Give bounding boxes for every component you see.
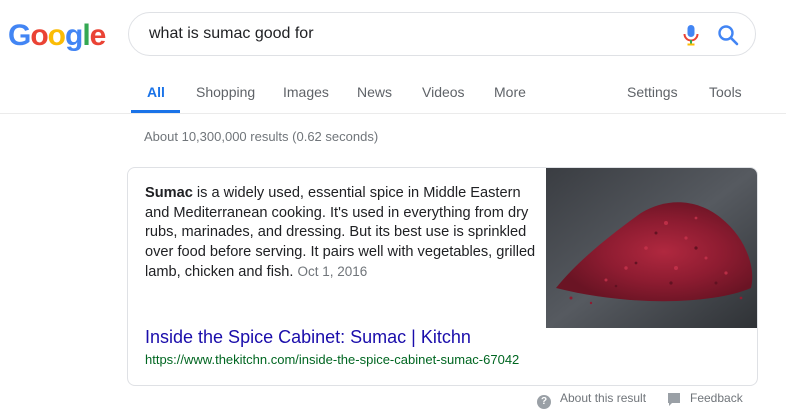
logo-letter: g (65, 19, 83, 52)
google-logo[interactable]: Google (8, 19, 107, 53)
header-divider (0, 113, 786, 114)
tab-all[interactable]: All (147, 84, 165, 100)
tab-images[interactable]: Images (283, 84, 329, 100)
result-url[interactable]: https://www.thekitchn.com/inside-the-spi… (145, 352, 519, 367)
logo-letter: G (8, 19, 31, 52)
mic-icon[interactable] (681, 24, 701, 46)
search-icon[interactable] (717, 24, 739, 46)
search-input[interactable]: what is sumac good for (149, 25, 314, 43)
tab-shopping[interactable]: Shopping (196, 84, 255, 100)
logo-letter: o (30, 19, 48, 52)
tab-tools[interactable]: Tools (709, 84, 742, 100)
result-title-link[interactable]: Inside the Spice Cabinet: Sumac | Kitchn (145, 327, 471, 348)
tab-videos[interactable]: Videos (422, 84, 465, 100)
tab-news[interactable]: News (357, 84, 392, 100)
featured-snippet: Sumac is a widely used, essential spice … (127, 167, 758, 386)
snippet-text: Sumac is a widely used, essential spice … (145, 184, 537, 283)
feedback-label: Feedback (690, 391, 743, 405)
search-box[interactable]: what is sumac good for (128, 12, 756, 56)
snippet-date: Oct 1, 2016 (297, 264, 368, 279)
help-icon: ? (537, 395, 551, 409)
feedback-icon (668, 393, 680, 406)
tab-settings[interactable]: Settings (627, 84, 678, 100)
logo-letter: e (89, 19, 107, 52)
result-stats: About 10,300,000 results (0.62 seconds) (144, 129, 379, 144)
logo-letter: l (82, 19, 90, 52)
feedback-link[interactable]: Feedback (668, 391, 743, 406)
tab-more[interactable]: More (494, 84, 526, 100)
sumac-image[interactable] (546, 168, 758, 328)
about-this-result[interactable]: ? About this result (537, 391, 646, 409)
about-label: About this result (560, 391, 647, 405)
search-tabs: All Shopping Images News Videos More Set… (0, 62, 786, 114)
logo-letter: o (47, 19, 66, 52)
snippet-bold-term: Sumac (145, 185, 193, 201)
